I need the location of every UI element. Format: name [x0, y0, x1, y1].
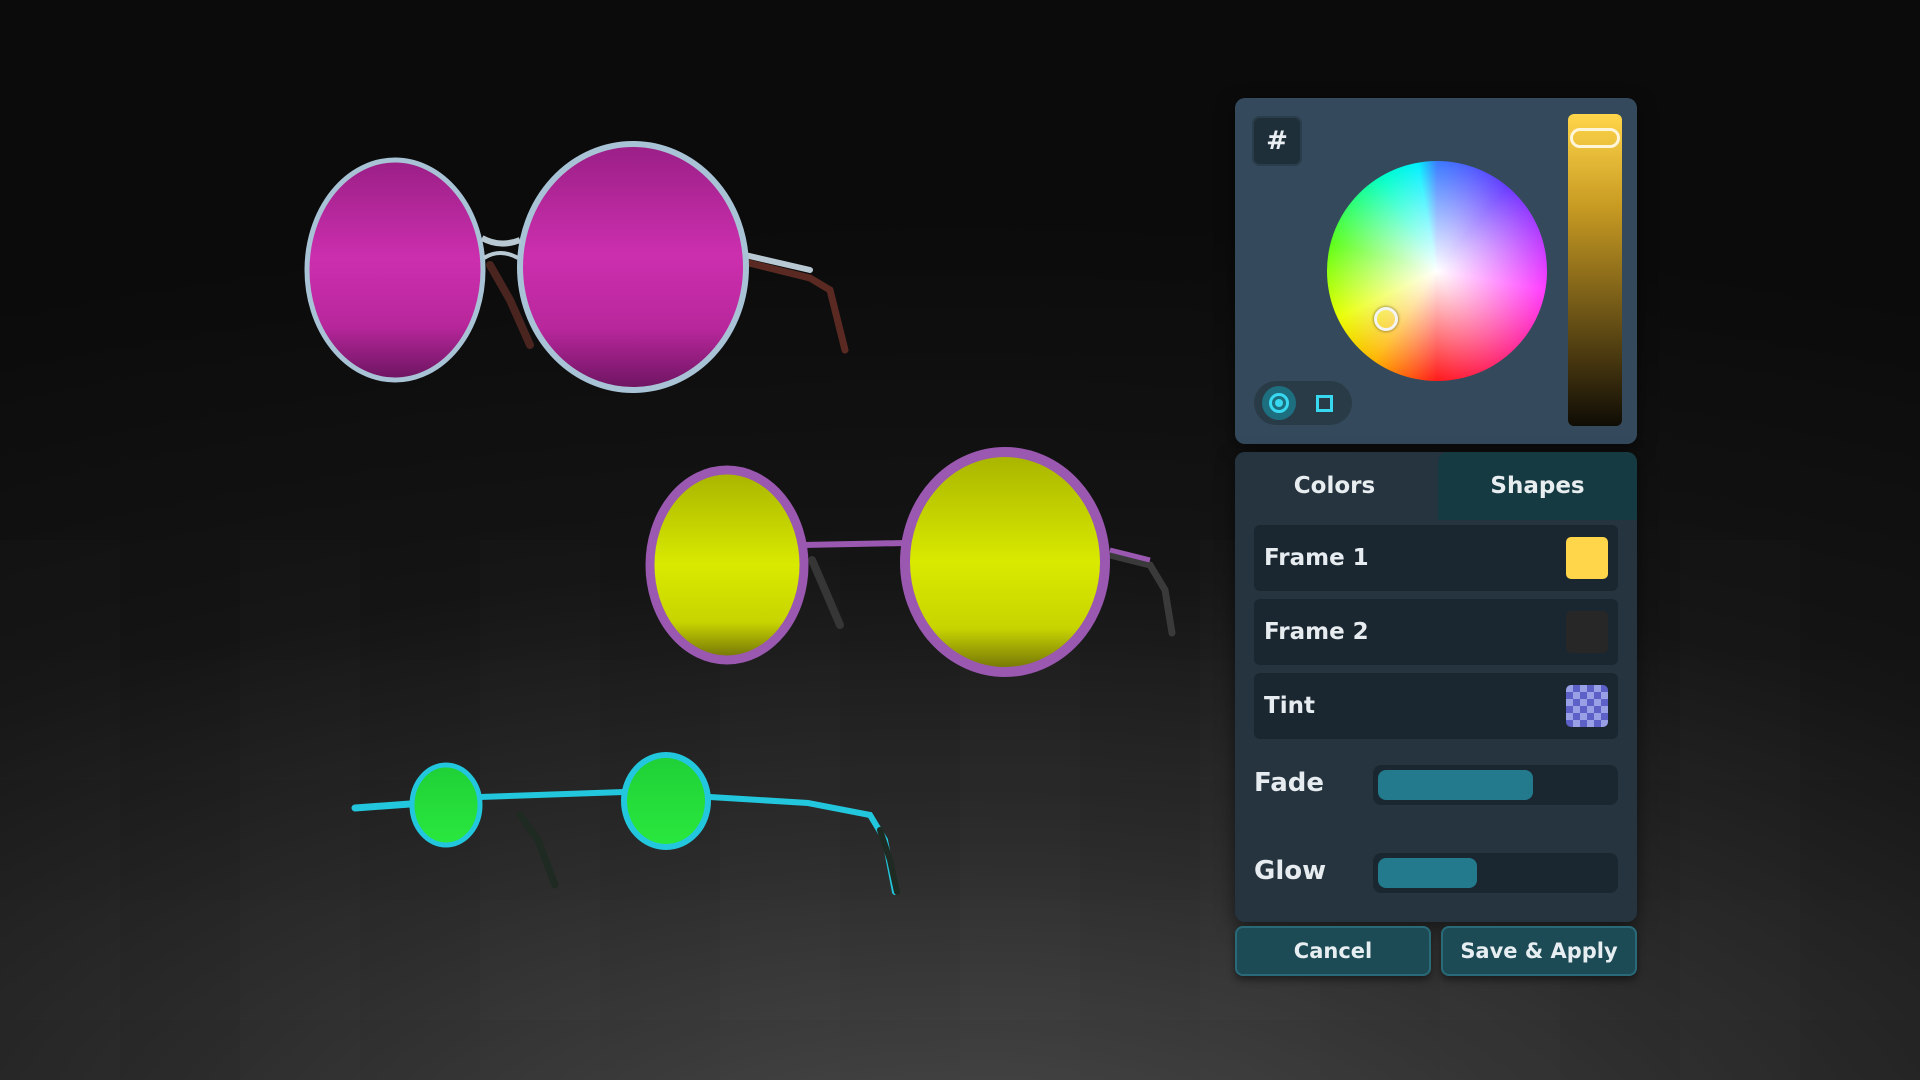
bridge: [480, 235, 522, 247]
square-icon: [1315, 394, 1333, 412]
customize-panel: Colors Shapes Frame 1 Frame 2 Tint Fade …: [1235, 452, 1637, 922]
color-swatch[interactable]: [1566, 537, 1608, 579]
glow-label: Glow: [1254, 856, 1327, 886]
glasses-green: [351, 752, 900, 895]
temple-arm: [1106, 551, 1176, 637]
bridge: [482, 251, 519, 260]
picker-shape-toggle: [1254, 381, 1352, 425]
fade-slider-fill: [1378, 770, 1533, 800]
temple-arm: [877, 827, 900, 895]
bridge: [802, 540, 906, 548]
lens-right: [517, 141, 749, 393]
lens-right: [621, 752, 711, 850]
color-slot-frame-1[interactable]: Frame 1: [1254, 525, 1618, 591]
transparency-swatch[interactable]: [1566, 685, 1608, 727]
fade-slider[interactable]: [1373, 765, 1618, 805]
color-slot-frame-2[interactable]: Frame 2: [1254, 599, 1618, 665]
color-slot-label: Frame 1: [1264, 545, 1369, 571]
color-slot-label: Frame 2: [1264, 619, 1369, 645]
save-apply-button[interactable]: Save & Apply: [1441, 926, 1637, 976]
glasses-yellow: [645, 447, 1176, 677]
temple-arm: [808, 556, 844, 629]
color-picker: #: [1235, 98, 1637, 444]
glow-slider-fill: [1378, 858, 1477, 888]
cancel-button[interactable]: Cancel: [1235, 926, 1431, 976]
circle-icon: [1269, 393, 1289, 413]
lens-left: [304, 157, 486, 383]
brightness-slider[interactable]: [1568, 114, 1622, 426]
color-slot-tint[interactable]: Tint: [1254, 673, 1618, 739]
tab-colors[interactable]: Colors: [1235, 452, 1434, 520]
temple-arm: [516, 811, 559, 889]
temple-arm: [707, 794, 898, 895]
square-mode-button[interactable]: [1312, 391, 1336, 415]
color-wheel[interactable]: [1327, 161, 1547, 381]
temple-arm: [741, 258, 849, 354]
brightness-slider-handle[interactable]: [1570, 128, 1620, 148]
tab-bar: Colors Shapes: [1235, 452, 1637, 520]
color-wheel-knob[interactable]: [1374, 307, 1398, 331]
hex-input-button[interactable]: #: [1252, 116, 1302, 166]
color-swatch[interactable]: [1566, 611, 1608, 653]
lens-right: [900, 447, 1110, 677]
glow-slider[interactable]: [1373, 853, 1618, 893]
fade-label: Fade: [1254, 768, 1325, 798]
lens-left: [645, 465, 809, 665]
color-slot-label: Tint: [1264, 693, 1315, 719]
glasses-magenta: [304, 141, 849, 393]
temple-arm: [351, 800, 414, 812]
lens-left: [409, 762, 483, 848]
bridge: [479, 789, 625, 800]
circle-mode-button[interactable]: [1262, 386, 1296, 420]
tab-shapes[interactable]: Shapes: [1438, 452, 1637, 520]
